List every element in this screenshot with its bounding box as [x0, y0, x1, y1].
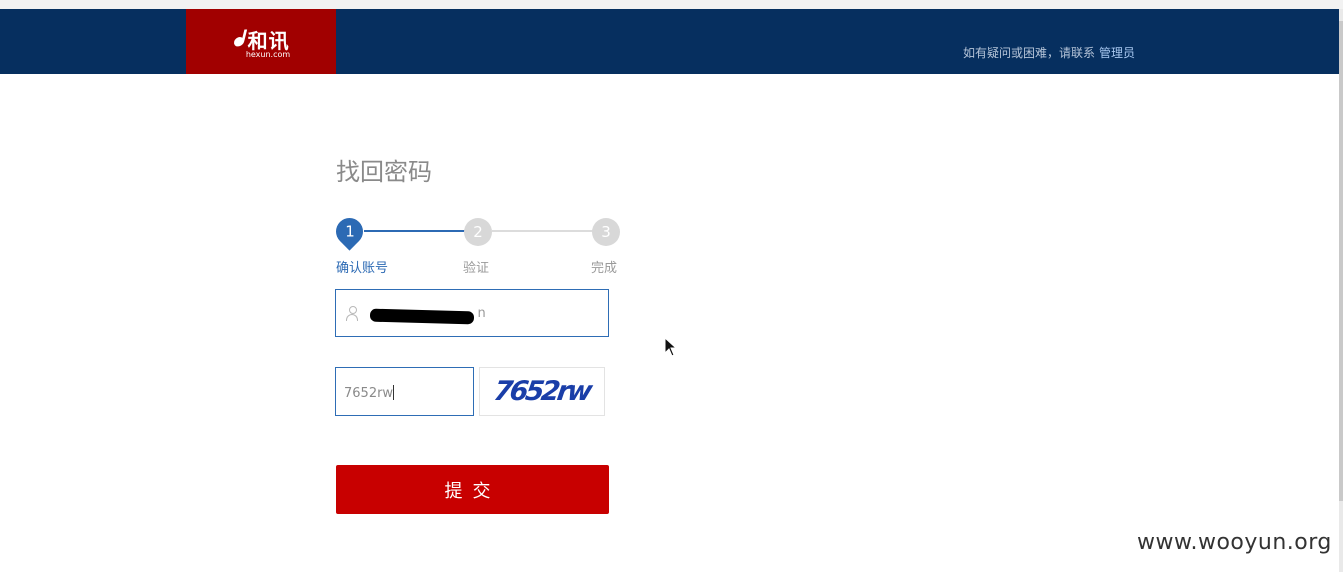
logo-glyph-icon: ᖱ — [232, 26, 244, 52]
page-title: 找回密码 — [336, 158, 432, 186]
watermark: www.wooyun.org — [1137, 530, 1332, 555]
step-3-label: 完成 — [591, 261, 618, 276]
redaction-mark — [369, 308, 475, 325]
help-message: 如有疑问或困难，请联系 — [962, 46, 1095, 60]
site-header: ᖱ 和讯 hexun.com 如有疑问或困难，请联系 管理员 — [0, 9, 1339, 74]
scrollbar[interactable] — [1339, 9, 1343, 572]
step-2-marker: 2 — [464, 218, 492, 246]
captcha-input[interactable]: 7652rw — [335, 367, 474, 416]
submit-button[interactable]: 提交 — [336, 465, 609, 514]
captcha-image-text: 7652rw — [492, 376, 592, 407]
captcha-input-value: 7652rw — [344, 386, 394, 401]
step-3-marker: 3 — [592, 218, 620, 246]
account-input[interactable]: n — [335, 289, 609, 337]
step-1-label: 确认账号 — [336, 261, 389, 276]
user-icon — [346, 306, 358, 322]
mouse-cursor-icon — [664, 336, 678, 357]
admin-link[interactable]: 管理员 — [1099, 46, 1135, 60]
step-1-marker: 1 — [330, 212, 369, 251]
step-2-label: 验证 — [463, 261, 490, 276]
step-line-2 — [492, 230, 600, 232]
scrollbar-thumb[interactable] — [1339, 21, 1343, 501]
progress-steps: 1 2 3 确认账号 验证 完成 — [330, 212, 626, 276]
step-line-1 — [364, 230, 472, 232]
captcha-image[interactable]: 7652rw — [479, 367, 605, 416]
help-text: 如有疑问或困难，请联系 管理员 — [963, 44, 1135, 61]
hexun-logo[interactable]: ᖱ 和讯 hexun.com — [186, 9, 336, 74]
logo-domain: hexun.com — [245, 49, 291, 59]
text-caret — [393, 385, 395, 400]
